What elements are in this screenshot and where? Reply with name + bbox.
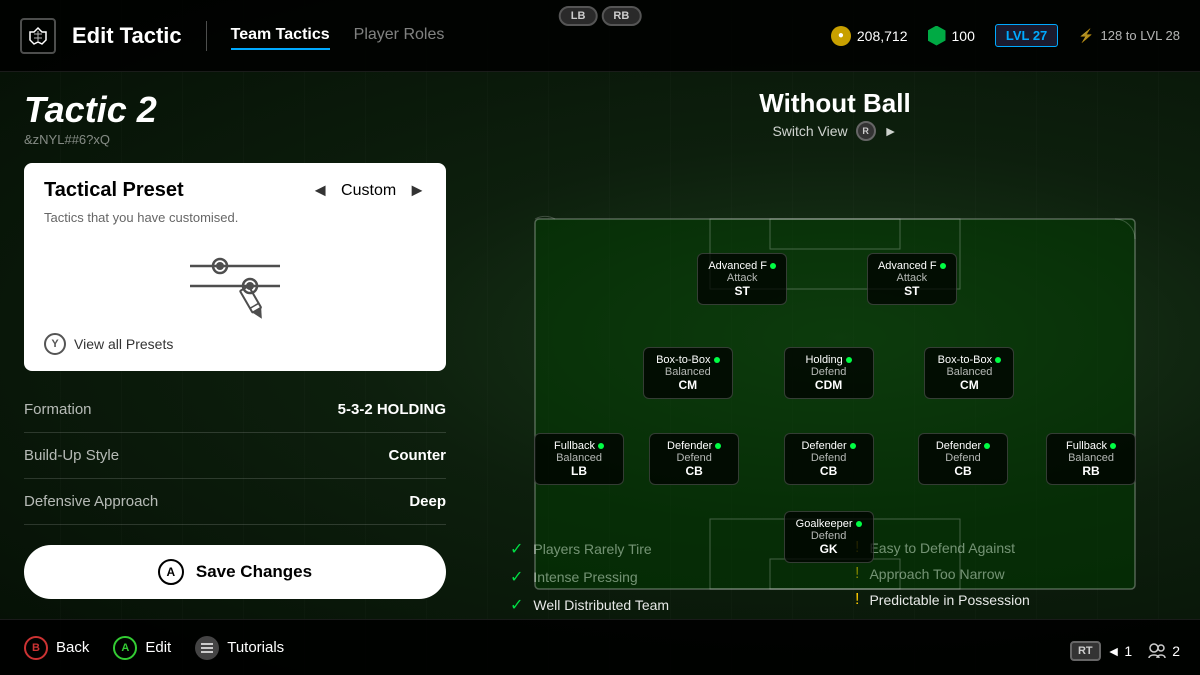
preset-nav: ◄ Custom ►	[311, 180, 426, 201]
view-presets-label: View all Presets	[74, 336, 173, 352]
back-label: Back	[56, 639, 89, 656]
save-label: Save Changes	[196, 562, 312, 582]
preset-name: Custom	[341, 182, 396, 200]
pos-cdm[interactable]: Holding Defend CDM	[784, 347, 874, 399]
tactics-icon	[175, 241, 295, 321]
players-icon	[1148, 643, 1166, 659]
xp-icon: ⚡	[1078, 28, 1094, 44]
field-svg: Advanced F Attack ST Advanced F Attack S…	[515, 209, 1155, 599]
left-panel: Tactic 2 &zNYL##6?xQ Tactical Preset ◄ C…	[0, 72, 470, 675]
y-button: Y	[44, 333, 66, 355]
pos-cm-right[interactable]: Box-to-Box Balanced CM	[924, 347, 1014, 399]
shield-value: 100	[952, 28, 975, 44]
main-content: Tactic 2 &zNYL##6?xQ Tactical Preset ◄ C…	[0, 72, 1200, 675]
pos-cm-left[interactable]: Box-to-Box Balanced CM	[643, 347, 733, 399]
tutorials-action[interactable]: Tutorials	[195, 636, 284, 660]
preset-desc: Tactics that you have customised.	[44, 210, 426, 225]
save-button[interactable]: A Save Changes	[24, 545, 446, 599]
edit-label: Edit	[145, 639, 171, 656]
pos-st-right[interactable]: Advanced F Attack ST	[867, 253, 957, 305]
tab-team-tactics[interactable]: Team Tactics	[231, 22, 330, 50]
buildup-value: Counter	[389, 447, 447, 464]
tactic-title: Tactic 2	[24, 92, 446, 128]
tutorials-label: Tutorials	[227, 639, 284, 656]
pos-gk[interactable]: Goalkeeper Defend GK	[784, 511, 874, 563]
bottom-bar: B Back A Edit Tutorials RT ◄ 1 2	[0, 619, 1200, 675]
buildup-label: Build-Up Style	[24, 447, 119, 464]
r-button: R	[856, 121, 876, 141]
lb-button[interactable]: LB	[559, 6, 598, 26]
nav-title: Edit Tactic	[72, 23, 182, 49]
buildup-row: Build-Up Style Counter	[24, 433, 446, 479]
field-container: Advanced F Attack ST Advanced F Attack S…	[490, 149, 1180, 659]
without-ball-title: Without Ball	[490, 88, 1180, 119]
bottom-actions: B Back A Edit Tutorials	[24, 636, 284, 660]
rb-button[interactable]: RB	[601, 6, 641, 26]
defensive-label: Defensive Approach	[24, 493, 158, 510]
shield-icon	[928, 26, 946, 46]
b-button: B	[24, 636, 48, 660]
formation-row: Formation 5-3-2 HOLDING	[24, 387, 446, 433]
currency-value: 208,712	[857, 28, 908, 44]
level-badge: LVL 27	[995, 24, 1058, 47]
formation-label: Formation	[24, 401, 92, 418]
pos-cb-center[interactable]: Defender Defend CB	[784, 433, 874, 485]
bottom-right-badges: RT ◄ 1 2	[1070, 641, 1180, 661]
menu-icon	[195, 636, 219, 660]
defensive-row: Defensive Approach Deep	[24, 479, 446, 525]
players-count-value: 2	[1172, 643, 1180, 659]
preset-next-arrow[interactable]: ►	[408, 180, 426, 201]
xp-value: 128 to LVL 28	[1100, 28, 1180, 43]
app-logo	[20, 18, 56, 54]
tab-player-roles[interactable]: Player Roles	[354, 22, 445, 50]
nav-divider	[206, 21, 207, 51]
switch-view-label: Switch View	[772, 123, 847, 139]
pos-rb[interactable]: Fullback Balanced RB	[1046, 433, 1136, 485]
a-button-save: A	[158, 559, 184, 585]
back-action[interactable]: B Back	[24, 636, 89, 660]
preset-prev-arrow[interactable]: ◄	[311, 180, 329, 201]
pos-lb[interactable]: Fullback Balanced LB	[534, 433, 624, 485]
formation-value: 5-3-2 HOLDING	[338, 401, 446, 418]
nav-tabs: Team Tactics Player Roles	[231, 22, 831, 50]
rt-button: RT	[1070, 641, 1101, 661]
shield-display: 100	[928, 26, 975, 46]
player-count: 2	[1148, 643, 1180, 659]
rt-count: ◄ 1	[1107, 643, 1133, 659]
preset-header: Tactical Preset ◄ Custom ►	[44, 179, 426, 202]
a-button-bottom: A	[113, 636, 137, 660]
xp-info: ⚡ 128 to LVL 28	[1078, 28, 1180, 44]
rt-badge: RT ◄ 1	[1070, 641, 1132, 661]
tactic-code: &zNYL##6?xQ	[24, 132, 446, 147]
edit-action[interactable]: A Edit	[113, 636, 171, 660]
right-panel: Without Ball Switch View R ►	[470, 72, 1200, 675]
preset-title: Tactical Preset	[44, 179, 184, 202]
view-presets[interactable]: Y View all Presets	[44, 333, 426, 355]
pos-cb-left[interactable]: Defender Defend CB	[649, 433, 739, 485]
bumper-buttons[interactable]: LB RB	[559, 6, 642, 26]
currency-display: ● 208,712	[831, 26, 908, 46]
switch-view[interactable]: Switch View R ►	[490, 121, 1180, 141]
defensive-value: Deep	[409, 493, 446, 510]
pos-st-left[interactable]: Advanced F Attack ST	[697, 253, 787, 305]
pos-cb-right[interactable]: Defender Defend CB	[918, 433, 1008, 485]
currency-icon: ●	[831, 26, 851, 46]
nav-right: ● 208,712 100 LVL 27 ⚡ 128 to LVL 28	[831, 24, 1180, 47]
field-header: Without Ball Switch View R ►	[490, 88, 1180, 141]
chevron-right-icon: ►	[884, 123, 898, 139]
preset-card: Tactical Preset ◄ Custom ► Tactics that …	[24, 163, 446, 371]
preset-icon-area	[44, 241, 426, 321]
